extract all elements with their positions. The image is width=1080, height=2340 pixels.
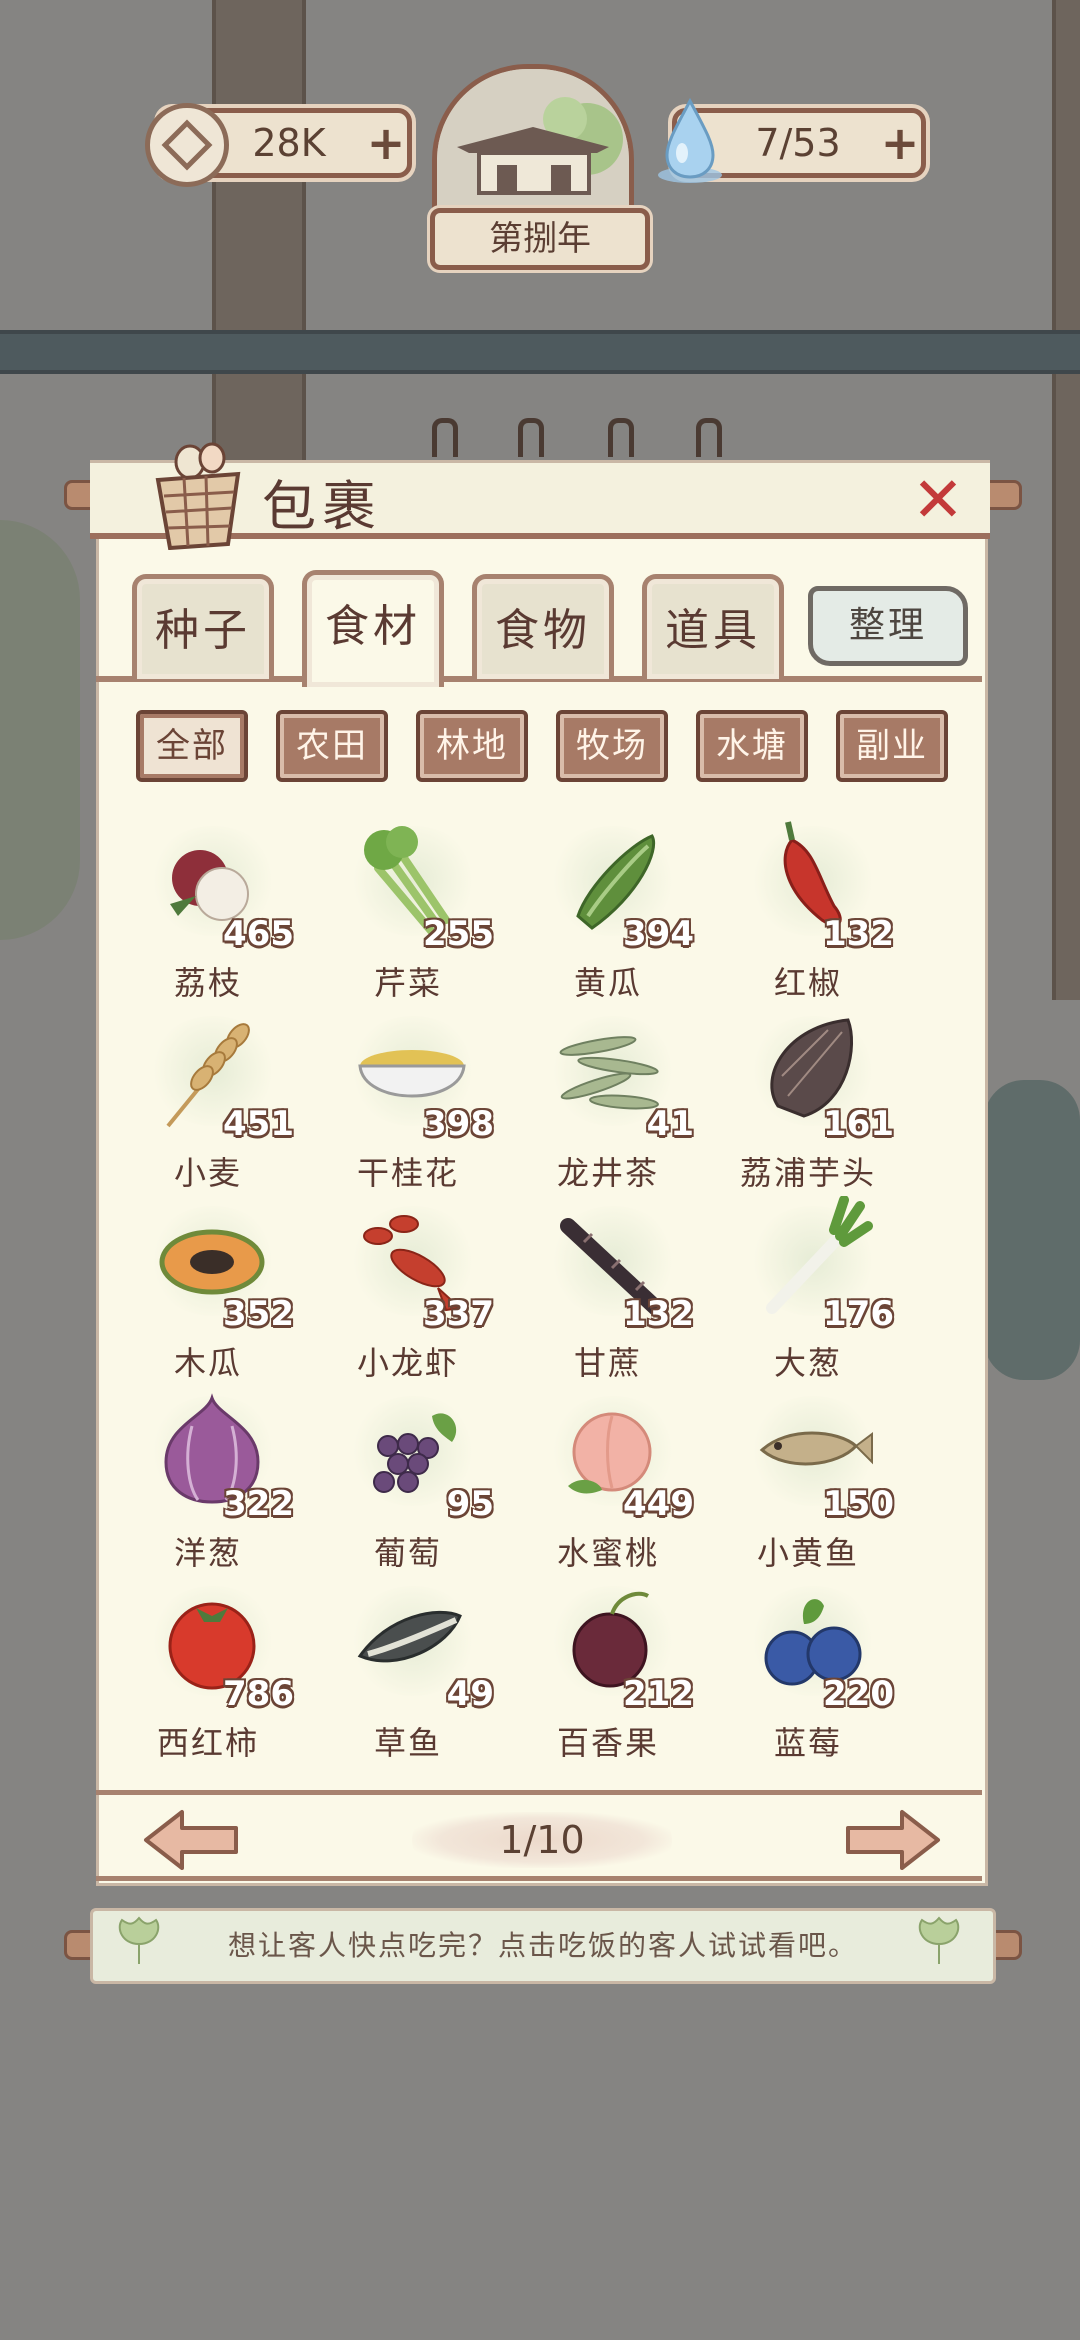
prev-page-arrow-icon[interactable] <box>142 1808 242 1872</box>
item-name: 水蜜桃 <box>556 1534 659 1572</box>
tab-ingredients[interactable]: 食材 <box>302 570 444 687</box>
filter-farmland[interactable]: 农田 <box>276 710 388 782</box>
inventory-item[interactable]: 49 草鱼 <box>308 1576 508 1766</box>
item-name: 红椒 <box>773 964 842 1002</box>
item-count: 161 <box>823 1104 894 1144</box>
item-name: 蓝莓 <box>773 1724 842 1762</box>
item-count: 255 <box>423 914 494 954</box>
sort-button[interactable]: 整理 <box>808 586 968 666</box>
item-count: 451 <box>223 1104 294 1144</box>
item-name: 芹菜 <box>373 964 442 1002</box>
filter-pasture[interactable]: 牧场 <box>556 710 668 782</box>
inventory-item[interactable]: 95 葡萄 <box>308 1386 508 1576</box>
item-name: 荔枝 <box>173 964 242 1002</box>
filter-woodland[interactable]: 林地 <box>416 710 528 782</box>
item-count: 49 <box>446 1674 494 1714</box>
inventory-item[interactable]: 352 木瓜 <box>108 1196 308 1386</box>
hint-text: 想让客人快点吃完？点击吃饭的客人试试看吧。 <box>227 1929 858 1962</box>
inventory-item[interactable]: 398 干桂花 <box>308 1006 508 1196</box>
add-energy-button[interactable]: + <box>879 120 921 166</box>
item-count: 337 <box>423 1294 494 1334</box>
ginkgo-leaf-icon <box>918 1916 960 1964</box>
item-name: 草鱼 <box>373 1724 442 1762</box>
item-count: 322 <box>223 1484 294 1524</box>
inventory-item[interactable]: 161 荔浦芋头 <box>708 1006 908 1196</box>
basket-icon <box>155 442 241 550</box>
inventory-item[interactable]: 220 蓝莓 <box>708 1576 908 1766</box>
item-count: 41 <box>646 1104 694 1144</box>
background-plant-right <box>984 1080 1080 1380</box>
energy-counter[interactable]: 7/53 + <box>658 97 926 183</box>
item-count: 220 <box>823 1674 894 1714</box>
inventory-item[interactable]: 132 甘蔗 <box>508 1196 708 1386</box>
item-count: 132 <box>623 1294 694 1334</box>
inventory-item[interactable]: 150 小黄鱼 <box>708 1386 908 1576</box>
item-name: 小黄鱼 <box>756 1534 859 1572</box>
filter-all[interactable]: 全部 <box>136 710 248 782</box>
hanger-hook <box>696 418 722 457</box>
item-name: 小龙虾 <box>356 1344 459 1382</box>
item-count: 398 <box>423 1104 494 1144</box>
pager-line-bottom <box>96 1876 982 1881</box>
inventory-item[interactable]: 41 龙井茶 <box>508 1006 708 1196</box>
ginkgo-leaf-icon <box>118 1916 160 1964</box>
item-name: 小麦 <box>173 1154 242 1192</box>
background-pillar-right <box>1052 0 1080 1000</box>
background-window-left <box>0 520 80 940</box>
item-name: 西红柿 <box>156 1724 259 1762</box>
background-pillar-left <box>212 0 306 460</box>
item-name: 黄瓜 <box>573 964 642 1002</box>
item-name: 百香果 <box>556 1724 659 1762</box>
item-count: 212 <box>623 1674 694 1714</box>
add-coins-button[interactable]: + <box>365 120 407 166</box>
item-name: 洋葱 <box>173 1534 242 1572</box>
inventory-item[interactable]: 394 黄瓜 <box>508 816 708 1006</box>
item-name: 葡萄 <box>373 1534 442 1572</box>
background-beam <box>0 330 1080 374</box>
hanger-hook <box>518 418 544 457</box>
pager-line-top <box>96 1790 982 1795</box>
item-count: 786 <box>223 1674 294 1714</box>
inventory-item[interactable]: 337 小龙虾 <box>308 1196 508 1386</box>
item-name: 干桂花 <box>356 1154 459 1192</box>
item-count: 449 <box>623 1484 694 1524</box>
inventory-item[interactable]: 786 西红柿 <box>108 1576 308 1766</box>
item-name: 木瓜 <box>173 1344 242 1382</box>
hint-bar: 想让客人快点吃完？点击吃饭的客人试试看吧。 <box>90 1908 996 1984</box>
next-page-arrow-icon[interactable] <box>842 1808 942 1872</box>
item-name: 甘蔗 <box>573 1344 642 1382</box>
coin-icon <box>145 103 229 187</box>
item-count: 150 <box>823 1484 894 1524</box>
item-count: 465 <box>223 914 294 954</box>
inventory-item[interactable]: 212 百香果 <box>508 1576 708 1766</box>
page-indicator: 1/10 <box>412 1812 672 1868</box>
inventory-item[interactable]: 449 水蜜桃 <box>508 1386 708 1576</box>
item-name: 龙井茶 <box>556 1154 659 1192</box>
filter-sideline[interactable]: 副业 <box>836 710 948 782</box>
tab-food[interactable]: 食物 <box>472 574 614 679</box>
inventory-item[interactable]: 465 荔枝 <box>108 816 308 1006</box>
inventory-item[interactable]: 255 芹菜 <box>308 816 508 1006</box>
item-count: 394 <box>623 914 694 954</box>
item-name: 大葱 <box>773 1344 842 1382</box>
item-count: 95 <box>446 1484 494 1524</box>
water-drop-icon <box>658 97 722 183</box>
hanger-hook <box>432 418 458 457</box>
coin-counter[interactable]: 28K + <box>145 103 412 187</box>
close-button[interactable]: ✕ <box>906 468 970 532</box>
item-count: 132 <box>823 914 894 954</box>
inventory-item[interactable]: 451 小麦 <box>108 1006 308 1196</box>
item-count: 352 <box>223 1294 294 1334</box>
panel-title: 包裹 <box>262 475 382 538</box>
filter-pond[interactable]: 水塘 <box>696 710 808 782</box>
inventory-item[interactable]: 176 大葱 <box>708 1196 908 1386</box>
inventory-item[interactable]: 132 红椒 <box>708 816 908 1006</box>
tab-props[interactable]: 道具 <box>642 574 784 679</box>
inventory-item[interactable]: 322 洋葱 <box>108 1386 308 1576</box>
item-name: 荔浦芋头 <box>739 1154 876 1192</box>
hanger-hook <box>608 418 634 457</box>
year-label: 第捌年 <box>430 208 650 270</box>
tab-seeds[interactable]: 种子 <box>132 574 274 679</box>
item-count: 176 <box>823 1294 894 1334</box>
